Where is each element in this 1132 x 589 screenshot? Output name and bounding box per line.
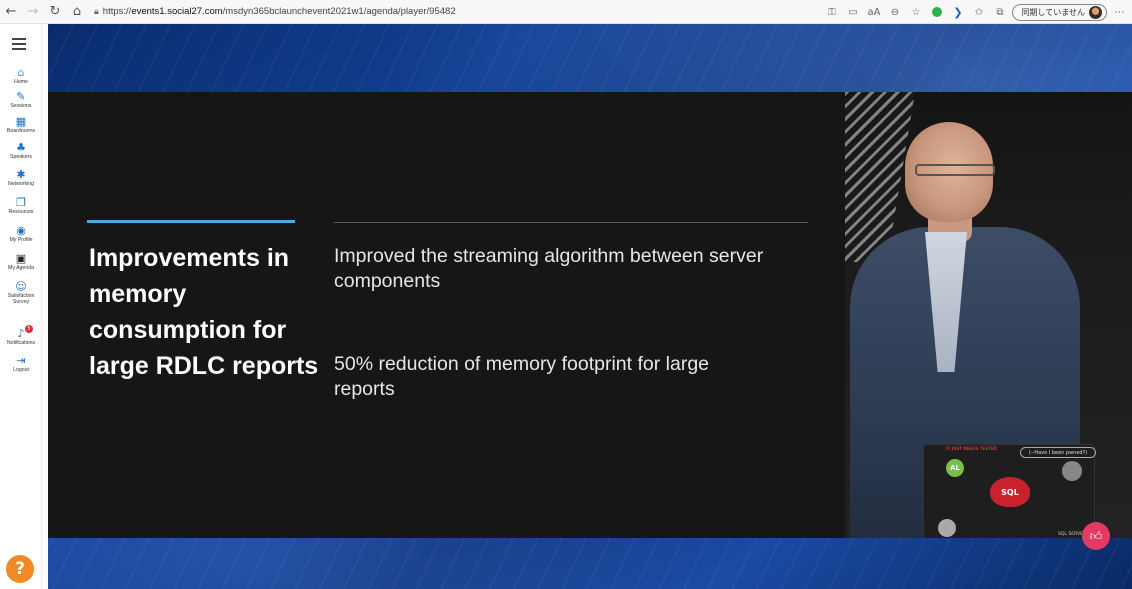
url-text[interactable]: https://events1.social27.com/msdyn365bcl… xyxy=(103,6,456,17)
boardroom-icon: ▦ xyxy=(15,114,27,128)
video-player[interactable]: Improvements in memory consumption for l… xyxy=(48,24,1132,589)
laptop: IT JUST NEEDS TESTED (--Have I been pwne… xyxy=(923,444,1096,538)
slide-bullet: 50% reduction of memory footprint for la… xyxy=(334,353,710,400)
lock-icon: 🔒︎ xyxy=(94,6,99,17)
sidebar-item-label: Boardrooms xyxy=(6,128,36,134)
thumbs-up-icon: 👍︎ xyxy=(1089,528,1103,543)
key-icon[interactable]: ⚿ xyxy=(823,4,840,21)
collections-icon[interactable]: ⧉ xyxy=(991,4,1008,21)
sidebar: ⌂ Home ✎ Sessions ▦ Boardrooms ♣ Speaker… xyxy=(0,24,42,589)
calendar-icon: ▣ xyxy=(15,251,27,265)
extension-green-icon[interactable] xyxy=(928,4,945,21)
speaker-glasses xyxy=(915,164,995,176)
more-menu-icon[interactable]: ⋯ xyxy=(1111,4,1128,21)
url-prefix: https:// xyxy=(102,6,132,17)
forward-arrow-icon: → xyxy=(27,4,39,19)
sidebar-item-satisfaction-survey[interactable]: ☺ Satisfaction Survey xyxy=(0,279,42,306)
extension-blue-icon[interactable]: ❯ xyxy=(949,4,966,21)
networking-icon: ✱ xyxy=(16,167,26,181)
profile-icon: ◉ xyxy=(16,223,26,237)
slide-title: Improvements in memory consumption for l… xyxy=(89,244,319,380)
zoom-icon[interactable]: ⊖ xyxy=(886,4,903,21)
pencil-icon: ✎ xyxy=(16,89,26,103)
sidebar-item-boardrooms[interactable]: ▦ Boardrooms xyxy=(0,114,42,135)
sidebar-item-my-profile[interactable]: ◉ My Profile xyxy=(0,223,42,244)
sidebar-item-speakers[interactable]: ♣ Speakers xyxy=(0,140,42,161)
refresh-button[interactable]: ↻ xyxy=(44,1,66,23)
survey-icon: ☺ xyxy=(15,279,27,293)
sidebar-item-label: My Profile xyxy=(9,237,33,243)
address-bar[interactable]: 🔒︎ https://events1.social27.com/msdyn365… xyxy=(94,0,784,24)
favorite-add-icon[interactable]: ☆ xyxy=(907,4,924,21)
sidebar-item-label: Satisfaction Survey xyxy=(7,293,35,305)
sidebar-item-home[interactable]: ⌂ Home xyxy=(0,65,42,86)
home-button[interactable]: ⌂ xyxy=(66,1,88,23)
read-aloud-icon[interactable]: aA xyxy=(865,4,882,21)
title-accent-line xyxy=(87,220,295,223)
toolbar-actions: ⚿ ▭ aA ⊖ ☆ ❯ ✩ ⧉ 同期していません ⋯ xyxy=(823,0,1128,24)
resources-icon: ❒ xyxy=(16,195,26,209)
laptop-sticker-text: IT JUST NEEDS TESTED xyxy=(946,446,997,451)
sidebar-item-label: Notifications xyxy=(6,340,36,346)
sql-heart-sticker: SQL xyxy=(990,477,1030,507)
refresh-icon: ↻ xyxy=(49,4,61,19)
avatar xyxy=(1089,5,1102,19)
sidebar-item-resources[interactable]: ❒ Resources xyxy=(0,195,42,216)
help-button[interactable]: ? xyxy=(6,555,34,583)
sidebar-item-label: My Agenda xyxy=(8,265,34,271)
notification-badge: 5 xyxy=(25,325,33,333)
forward-button[interactable]: → xyxy=(22,1,44,23)
reader-view-icon[interactable]: ▭ xyxy=(844,4,861,21)
sidebar-item-label: Speakers xyxy=(10,154,32,160)
logout-icon: ⇥ xyxy=(16,353,26,367)
home-icon: ⌂ xyxy=(72,4,82,19)
round-sticker xyxy=(1062,461,1082,481)
sidebar-item-my-agenda[interactable]: ▣ My Agenda xyxy=(0,251,42,272)
browser-toolbar: ← → ↻ ⌂ 🔒︎ https://events1.social27.com/… xyxy=(0,0,1132,24)
round-sticker xyxy=(938,519,956,537)
sidebar-item-logout[interactable]: ⇥ Logout xyxy=(0,353,42,374)
url-path: /msdyn365bclaunchevent2021w1/agenda/play… xyxy=(222,6,456,17)
sidebar-item-label: Networking xyxy=(8,181,34,187)
sidebar-item-notifications[interactable]: ♪ 5 Notifications xyxy=(0,325,42,346)
favorites-icon[interactable]: ✩ xyxy=(970,4,987,21)
back-arrow-icon: ← xyxy=(5,4,17,19)
sidebar-item-label: Sessions xyxy=(10,103,32,109)
like-button[interactable]: 👍︎ xyxy=(1082,522,1110,550)
sidebar-item-sessions[interactable]: ✎ Sessions xyxy=(0,89,42,110)
sidebar-item-label: Home xyxy=(14,79,28,85)
slide-bullet: Improved the streaming algorithm between… xyxy=(334,245,764,292)
menu-hamburger-icon[interactable] xyxy=(12,38,26,50)
presentation-slide: Improvements in memory consumption for l… xyxy=(48,92,845,538)
sidebar-item-networking[interactable]: ✱ Networking xyxy=(0,167,42,188)
url-host: events1.social27.com xyxy=(131,6,223,17)
laptop-sticker-tag: (--Have I been pwned?) xyxy=(1020,447,1096,458)
home-icon: ⌂ xyxy=(17,65,25,79)
profile-sync-button[interactable]: 同期していません xyxy=(1012,3,1107,21)
sidebar-item-label: Logout xyxy=(13,367,29,373)
sync-label: 同期していません xyxy=(1021,7,1085,17)
sidebar-item-label: Resources xyxy=(8,209,34,215)
al-sticker: AL xyxy=(946,459,964,477)
back-button[interactable]: ← xyxy=(0,1,22,23)
speaker-icon: ♣ xyxy=(16,140,26,154)
speaker-camera-feed: IT JUST NEEDS TESTED (--Have I been pwne… xyxy=(845,92,1132,538)
slide-divider xyxy=(334,222,808,223)
